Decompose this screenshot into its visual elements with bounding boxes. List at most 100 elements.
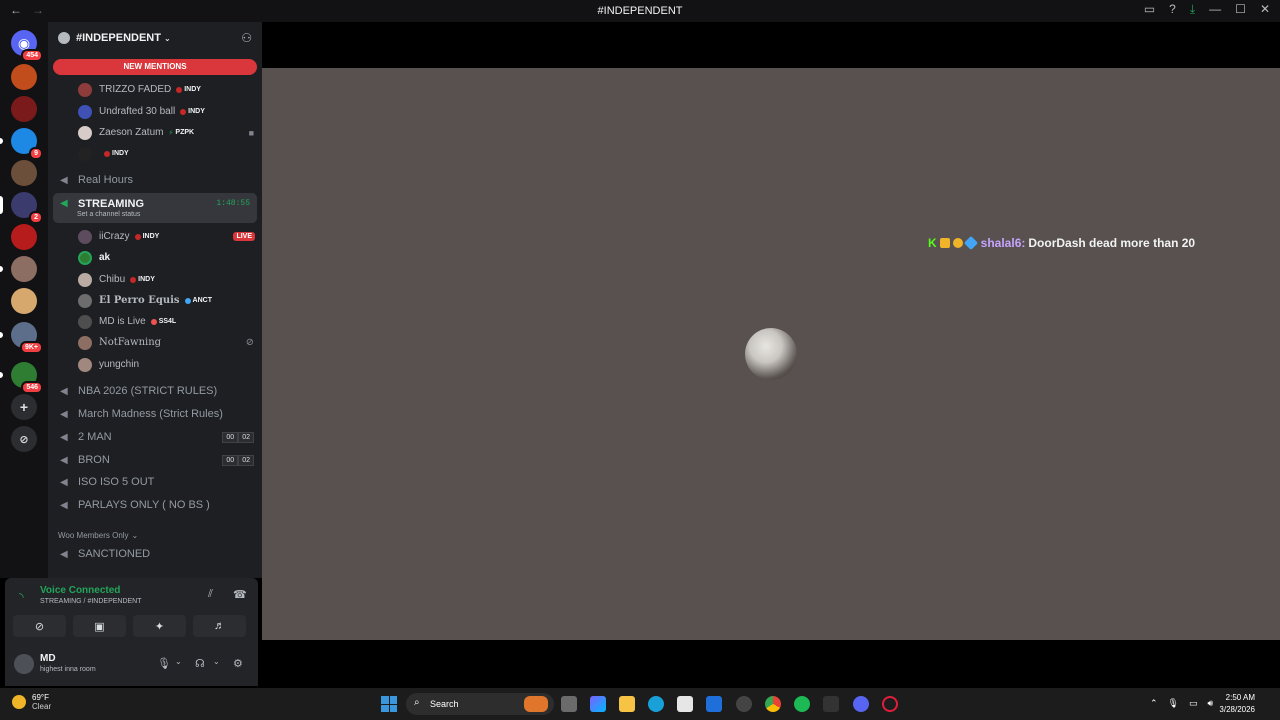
voice-user[interactable]: El Perro Equis ANCT	[48, 290, 262, 311]
deafened-icon: ⊘	[245, 337, 254, 348]
start-button[interactable]	[381, 696, 397, 712]
minimize-icon[interactable]: —	[1209, 2, 1221, 17]
voice-status[interactable]: Voice Connected	[40, 585, 120, 596]
channel-category[interactable]: Woo Members Only ⌄	[48, 528, 262, 542]
chatgpt-icon[interactable]	[736, 696, 752, 712]
close-icon[interactable]: ✕	[1260, 2, 1270, 17]
guild-tag: INDY	[130, 276, 155, 283]
kick-badge-icon: K	[928, 236, 937, 250]
activities-button[interactable]: ✦	[133, 615, 186, 637]
mail-icon[interactable]	[706, 696, 722, 712]
voice-user[interactable]: iiCrazy INDY LIVE	[48, 226, 262, 247]
camera-off-button[interactable]: ⊘	[13, 615, 66, 637]
file-explorer-icon[interactable]	[619, 696, 635, 712]
voice-user[interactable]: MD is Live SS4L	[48, 311, 262, 332]
add-server-icon[interactable]: +	[11, 394, 37, 420]
voice-channel[interactable]: ◀ Real Hours	[48, 169, 262, 191]
voice-user[interactable]: INDY	[48, 143, 262, 164]
search-box[interactable]: ⌕ Search	[406, 693, 554, 715]
home-icon[interactable]: ◉ 454	[11, 30, 43, 62]
spotify-icon[interactable]	[794, 696, 810, 712]
server-icon[interactable]	[11, 96, 37, 122]
chevron-down-icon[interactable]: ⌄	[213, 657, 220, 666]
microphone-icon[interactable]: 🎙︎	[1168, 698, 1179, 709]
server-icon[interactable]	[0, 256, 37, 282]
avatar[interactable]	[14, 654, 34, 674]
server-icon[interactable]	[11, 160, 37, 186]
avatar	[78, 357, 92, 372]
signal-icon[interactable]: ◝	[19, 590, 24, 604]
weather-widget[interactable]: 69°F Clear	[12, 693, 51, 711]
voice-channel[interactable]: ◀ NBA 2026 (STRICT RULES)	[48, 380, 262, 402]
maximize-icon[interactable]: ☐	[1235, 2, 1246, 17]
avatar	[78, 229, 92, 244]
store-icon[interactable]	[677, 696, 693, 712]
voice-channel[interactable]: ◀ PARLAYS ONLY ( NO BS )	[48, 494, 262, 516]
voice-user[interactable]: ak	[48, 247, 262, 268]
voice-channel[interactable]: ◀ 2 MAN 00 02	[48, 426, 262, 448]
voice-channel[interactable]: ◀ SANCTIONED	[48, 543, 262, 565]
server-folder[interactable]: 546	[0, 362, 43, 394]
discord-icon[interactable]	[853, 696, 869, 712]
edge-icon[interactable]	[648, 696, 664, 712]
guild-tag: INDY	[176, 86, 201, 93]
channel-status[interactable]: Set a channel status	[77, 211, 140, 218]
clock[interactable]: 2:50 AM 3/28/2026	[1219, 692, 1255, 716]
add-user-icon[interactable]: ⚇	[241, 31, 252, 45]
server-list: ◉ 454 9 2 9K+ 546 + ⊘	[0, 22, 48, 578]
headphones-icon[interactable]: ☊	[195, 657, 205, 670]
screen-share-icon[interactable]: ▭	[1144, 2, 1155, 17]
camera-off-icon: ⊘	[34, 620, 45, 633]
opera-icon[interactable]	[882, 696, 898, 712]
disconnect-icon[interactable]: ☎	[233, 588, 247, 601]
chevron-down-icon[interactable]: ⌄	[175, 657, 182, 666]
username[interactable]: MD	[40, 653, 56, 664]
server-emblem-icon	[58, 32, 70, 44]
server-icon[interactable]	[11, 288, 37, 314]
help-icon[interactable]: ?	[1169, 2, 1176, 17]
activities-icon: ✦	[154, 620, 165, 633]
crown-badge-icon	[939, 238, 950, 248]
screen-share-button[interactable]: ▣	[73, 615, 126, 637]
chevron-up-icon[interactable]: ⌃	[1150, 698, 1158, 709]
voice-channel-streaming[interactable]: ◀ STREAMING Set a channel status 1:48:55	[53, 193, 257, 223]
server-icon[interactable]	[11, 224, 37, 250]
discover-icon[interactable]: ⊘	[11, 426, 37, 452]
avatar	[78, 272, 92, 287]
server-icon[interactable]: 2	[0, 192, 43, 224]
copilot-icon[interactable]	[590, 696, 606, 712]
voice-channel[interactable]: ◀ March Madness (Strict Rules)	[48, 403, 262, 425]
window-title: #INDEPENDENT	[597, 5, 683, 17]
voice-user[interactable]: TRIZZO FADED INDY	[48, 79, 262, 100]
voice-channel-path[interactable]: STREAMING / #INDEPENDENT	[40, 598, 142, 605]
voice-channel[interactable]: ◀ BRON 00 02	[48, 449, 262, 471]
voice-user[interactable]: Zaeson Zatum ⚡ PZPK ■	[48, 122, 262, 143]
voice-user[interactable]: Undrafted 30 ball INDY	[48, 101, 262, 122]
settings-gear-icon[interactable]: ⚙	[233, 657, 243, 670]
user-status[interactable]: highest inna room	[40, 666, 96, 673]
server-icon[interactable]	[11, 64, 37, 90]
speaker-icon: ◀	[60, 549, 68, 560]
speaker-icon: ◀	[60, 455, 68, 466]
speaker-icon: ◀	[60, 500, 68, 511]
noise-suppression-icon[interactable]: ⫽	[208, 588, 213, 601]
display-icon[interactable]: ▭	[1189, 698, 1198, 709]
voice-user[interactable]: yungchin	[48, 354, 262, 375]
voice-channel[interactable]: ◀ ISO ISO 5 OUT	[48, 471, 262, 493]
speaker-icon: ◀	[60, 477, 68, 488]
server-icon[interactable]: 9	[0, 128, 43, 160]
voice-user[interactable]: Chibu INDY	[48, 269, 262, 290]
volume-icon[interactable]: 🔊︎	[1208, 698, 1214, 709]
xbox-icon[interactable]	[823, 696, 839, 712]
new-mentions-banner[interactable]: NEW MENTIONS	[53, 59, 257, 75]
speaker-avatar[interactable]	[745, 328, 797, 380]
microphone-icon[interactable]: 🎙︎	[157, 657, 171, 670]
voice-user[interactable]: NotFawning ⊘	[48, 332, 262, 353]
server-header[interactable]: #INDEPENDENT ⌄ ⚇	[48, 22, 262, 54]
system-tray: ⌃ 🎙︎ ▭ 🔊︎	[1150, 698, 1213, 709]
chrome-icon[interactable]	[765, 696, 781, 712]
task-view-icon[interactable]	[561, 696, 577, 712]
download-icon[interactable]: ⤓	[1190, 2, 1195, 17]
server-folder[interactable]: 9K+	[0, 322, 43, 354]
soundboard-button[interactable]: ♬	[193, 615, 246, 637]
